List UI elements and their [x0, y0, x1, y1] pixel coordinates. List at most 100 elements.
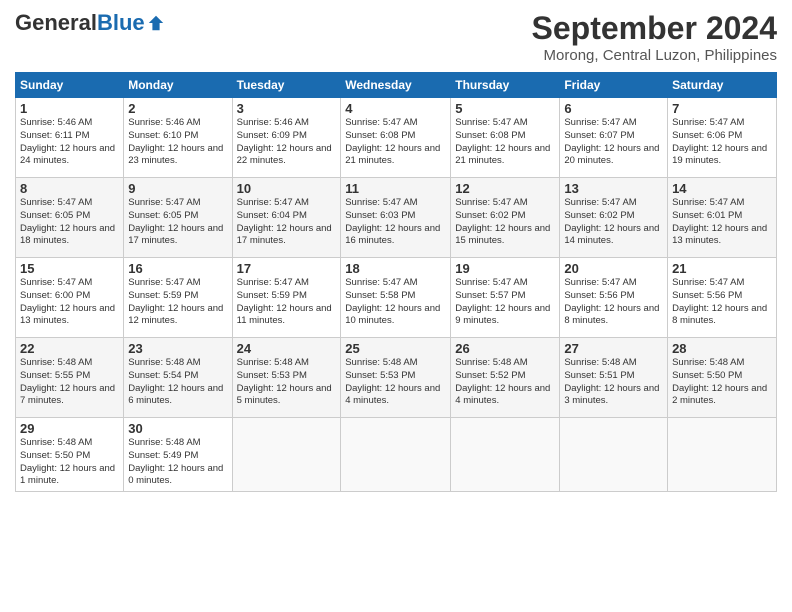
table-row: 15 Sunrise: 5:47 AM Sunset: 6:00 PM Dayl…: [16, 258, 124, 338]
table-row: 23 Sunrise: 5:48 AM Sunset: 5:54 PM Dayl…: [124, 338, 232, 418]
logo: GeneralBlue: [15, 10, 165, 36]
day-info: Sunrise: 5:47 AM Sunset: 6:08 PM Dayligh…: [455, 117, 555, 168]
day-info: Sunrise: 5:47 AM Sunset: 6:06 PM Dayligh…: [672, 117, 772, 168]
month-title: September 2024: [532, 10, 777, 47]
logo-icon: [147, 14, 165, 32]
table-row: 6 Sunrise: 5:47 AM Sunset: 6:07 PM Dayli…: [560, 98, 668, 178]
day-info: Sunrise: 5:48 AM Sunset: 5:50 PM Dayligh…: [20, 437, 119, 488]
table-row: 18 Sunrise: 5:47 AM Sunset: 5:58 PM Dayl…: [341, 258, 451, 338]
day-info: Sunrise: 5:48 AM Sunset: 5:55 PM Dayligh…: [20, 357, 119, 408]
day-number: 17: [237, 261, 337, 276]
day-number: 21: [672, 261, 772, 276]
day-number: 29: [20, 421, 119, 436]
day-info: Sunrise: 5:46 AM Sunset: 6:10 PM Dayligh…: [128, 117, 227, 168]
logo-blue-text: Blue: [97, 10, 145, 36]
header-sunday: Sunday: [16, 73, 124, 98]
table-row: 13 Sunrise: 5:47 AM Sunset: 6:02 PM Dayl…: [560, 178, 668, 258]
logo-general-text: General: [15, 10, 97, 36]
calendar-table: Sunday Monday Tuesday Wednesday Thursday…: [15, 72, 777, 492]
day-info: Sunrise: 5:47 AM Sunset: 6:02 PM Dayligh…: [455, 197, 555, 248]
day-info: Sunrise: 5:47 AM Sunset: 5:59 PM Dayligh…: [128, 277, 227, 328]
weekday-header-row: Sunday Monday Tuesday Wednesday Thursday…: [16, 73, 777, 98]
header-friday: Friday: [560, 73, 668, 98]
day-info: Sunrise: 5:47 AM Sunset: 6:05 PM Dayligh…: [128, 197, 227, 248]
day-info: Sunrise: 5:47 AM Sunset: 6:04 PM Dayligh…: [237, 197, 337, 248]
day-number: 28: [672, 341, 772, 356]
table-row: 8 Sunrise: 5:47 AM Sunset: 6:05 PM Dayli…: [16, 178, 124, 258]
day-number: 1: [20, 101, 119, 116]
table-row: [232, 418, 341, 492]
day-number: 8: [20, 181, 119, 196]
table-row: 22 Sunrise: 5:48 AM Sunset: 5:55 PM Dayl…: [16, 338, 124, 418]
table-row: 2 Sunrise: 5:46 AM Sunset: 6:10 PM Dayli…: [124, 98, 232, 178]
day-info: Sunrise: 5:47 AM Sunset: 5:57 PM Dayligh…: [455, 277, 555, 328]
day-number: 26: [455, 341, 555, 356]
table-row: [560, 418, 668, 492]
day-number: 18: [345, 261, 446, 276]
day-info: Sunrise: 5:47 AM Sunset: 6:03 PM Dayligh…: [345, 197, 446, 248]
page-container: GeneralBlue September 2024 Morong, Centr…: [0, 0, 792, 502]
day-number: 5: [455, 101, 555, 116]
table-row: 1 Sunrise: 5:46 AM Sunset: 6:11 PM Dayli…: [16, 98, 124, 178]
day-number: 15: [20, 261, 119, 276]
day-info: Sunrise: 5:46 AM Sunset: 6:11 PM Dayligh…: [20, 117, 119, 168]
table-row: 20 Sunrise: 5:47 AM Sunset: 5:56 PM Dayl…: [560, 258, 668, 338]
day-info: Sunrise: 5:47 AM Sunset: 5:58 PM Dayligh…: [345, 277, 446, 328]
location-title: Morong, Central Luzon, Philippines: [532, 47, 777, 64]
header-monday: Monday: [124, 73, 232, 98]
day-number: 20: [564, 261, 663, 276]
day-info: Sunrise: 5:47 AM Sunset: 6:05 PM Dayligh…: [20, 197, 119, 248]
table-row: 3 Sunrise: 5:46 AM Sunset: 6:09 PM Dayli…: [232, 98, 341, 178]
day-info: Sunrise: 5:47 AM Sunset: 5:59 PM Dayligh…: [237, 277, 337, 328]
day-number: 3: [237, 101, 337, 116]
day-number: 7: [672, 101, 772, 116]
day-number: 22: [20, 341, 119, 356]
table-row: 17 Sunrise: 5:47 AM Sunset: 5:59 PM Dayl…: [232, 258, 341, 338]
day-number: 2: [128, 101, 227, 116]
day-info: Sunrise: 5:48 AM Sunset: 5:49 PM Dayligh…: [128, 437, 227, 488]
table-row: 19 Sunrise: 5:47 AM Sunset: 5:57 PM Dayl…: [451, 258, 560, 338]
table-row: 28 Sunrise: 5:48 AM Sunset: 5:50 PM Dayl…: [668, 338, 777, 418]
day-info: Sunrise: 5:48 AM Sunset: 5:52 PM Dayligh…: [455, 357, 555, 408]
table-row: 10 Sunrise: 5:47 AM Sunset: 6:04 PM Dayl…: [232, 178, 341, 258]
day-number: 4: [345, 101, 446, 116]
table-row: 9 Sunrise: 5:47 AM Sunset: 6:05 PM Dayli…: [124, 178, 232, 258]
day-info: Sunrise: 5:48 AM Sunset: 5:53 PM Dayligh…: [237, 357, 337, 408]
day-info: Sunrise: 5:47 AM Sunset: 5:56 PM Dayligh…: [564, 277, 663, 328]
day-info: Sunrise: 5:48 AM Sunset: 5:50 PM Dayligh…: [672, 357, 772, 408]
header-wednesday: Wednesday: [341, 73, 451, 98]
table-row: 26 Sunrise: 5:48 AM Sunset: 5:52 PM Dayl…: [451, 338, 560, 418]
day-info: Sunrise: 5:47 AM Sunset: 6:07 PM Dayligh…: [564, 117, 663, 168]
table-row: 21 Sunrise: 5:47 AM Sunset: 5:56 PM Dayl…: [668, 258, 777, 338]
table-row: 5 Sunrise: 5:47 AM Sunset: 6:08 PM Dayli…: [451, 98, 560, 178]
table-row: 29 Sunrise: 5:48 AM Sunset: 5:50 PM Dayl…: [16, 418, 124, 492]
day-info: Sunrise: 5:47 AM Sunset: 6:02 PM Dayligh…: [564, 197, 663, 248]
day-number: 9: [128, 181, 227, 196]
day-number: 27: [564, 341, 663, 356]
table-row: 11 Sunrise: 5:47 AM Sunset: 6:03 PM Dayl…: [341, 178, 451, 258]
day-number: 14: [672, 181, 772, 196]
table-row: 7 Sunrise: 5:47 AM Sunset: 6:06 PM Dayli…: [668, 98, 777, 178]
day-number: 24: [237, 341, 337, 356]
day-number: 25: [345, 341, 446, 356]
day-info: Sunrise: 5:46 AM Sunset: 6:09 PM Dayligh…: [237, 117, 337, 168]
table-row: 4 Sunrise: 5:47 AM Sunset: 6:08 PM Dayli…: [341, 98, 451, 178]
header-thursday: Thursday: [451, 73, 560, 98]
day-number: 13: [564, 181, 663, 196]
day-info: Sunrise: 5:47 AM Sunset: 5:56 PM Dayligh…: [672, 277, 772, 328]
header: GeneralBlue September 2024 Morong, Centr…: [15, 10, 777, 64]
header-tuesday: Tuesday: [232, 73, 341, 98]
day-number: 30: [128, 421, 227, 436]
day-number: 16: [128, 261, 227, 276]
table-row: 14 Sunrise: 5:47 AM Sunset: 6:01 PM Dayl…: [668, 178, 777, 258]
table-row: 24 Sunrise: 5:48 AM Sunset: 5:53 PM Dayl…: [232, 338, 341, 418]
day-number: 12: [455, 181, 555, 196]
header-saturday: Saturday: [668, 73, 777, 98]
day-info: Sunrise: 5:48 AM Sunset: 5:54 PM Dayligh…: [128, 357, 227, 408]
day-number: 23: [128, 341, 227, 356]
day-number: 11: [345, 181, 446, 196]
table-row: [668, 418, 777, 492]
day-info: Sunrise: 5:47 AM Sunset: 6:08 PM Dayligh…: [345, 117, 446, 168]
title-section: September 2024 Morong, Central Luzon, Ph…: [532, 10, 777, 64]
table-row: [341, 418, 451, 492]
